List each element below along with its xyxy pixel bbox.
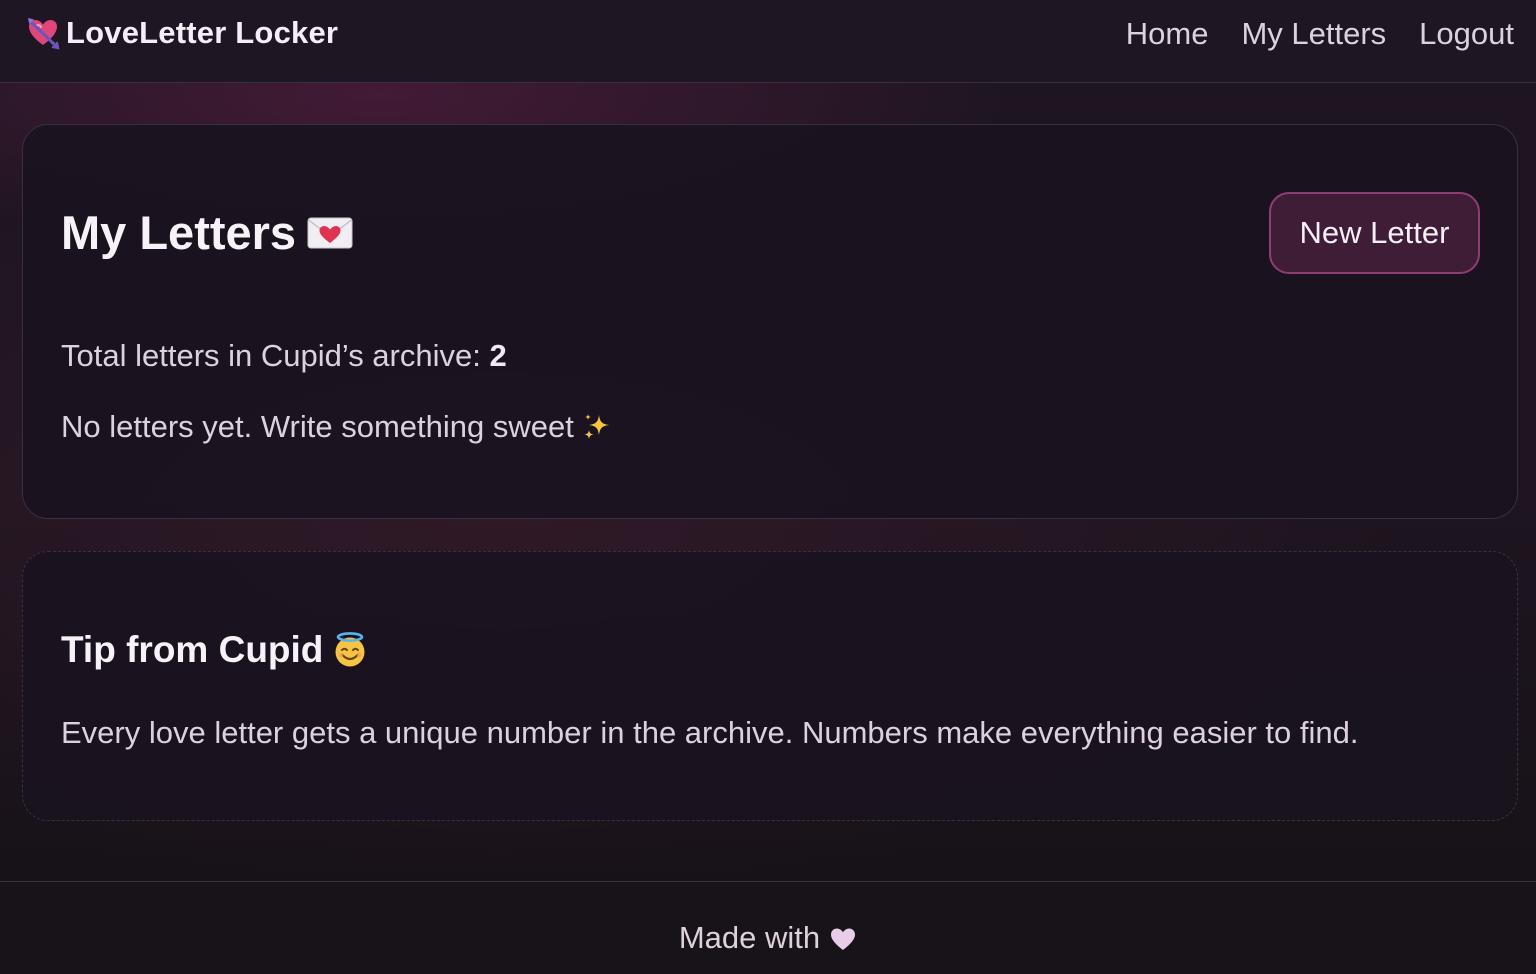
love-letter-envelope-icon <box>307 217 353 248</box>
tip-title: Tip from Cupid <box>61 629 368 671</box>
new-letter-button[interactable]: New Letter <box>1269 192 1480 274</box>
total-letters-count: 2 <box>489 338 507 373</box>
nav-home-link[interactable]: Home <box>1126 16 1209 52</box>
cupid-tip-card: Tip from Cupid Every love letter gets a … <box>22 551 1518 821</box>
heart-with-arrow-icon <box>28 18 60 50</box>
tip-body: Every love letter gets a unique number i… <box>61 715 1359 750</box>
empty-state-text: No letters yet. Write something sweet <box>61 409 574 444</box>
brand[interactable]: LoveLetter Locker <box>26 14 338 52</box>
main-nav: Home My Letters Logout <box>1126 14 1514 54</box>
total-letters-label: Total letters in Cupid’s archive: <box>61 338 490 373</box>
footer-content: Made with <box>0 920 1536 956</box>
page-title: My Letters <box>61 205 354 260</box>
total-letters-text: Total letters in Cupid’s archive: 2 <box>61 338 507 374</box>
footer: Made with <box>0 881 1536 974</box>
page-title-text: My Letters <box>61 206 297 259</box>
heart-icon <box>831 928 856 950</box>
nav-logout-link[interactable]: Logout <box>1419 16 1514 52</box>
footer-text: Made with <box>678 920 821 955</box>
nav-my-letters-link[interactable]: My Letters <box>1241 16 1386 52</box>
my-letters-card: My Letters New Letter Total letters in C… <box>22 124 1518 519</box>
top-navbar: LoveLetter Locker Home My Letters Logout <box>0 0 1536 83</box>
tip-title-text: Tip from Cupid <box>61 629 324 670</box>
smiling-face-with-halo-icon <box>335 632 365 667</box>
brand-name: LoveLetter Locker <box>66 15 339 50</box>
empty-state-message: No letters yet. Write something sweet <box>61 409 612 445</box>
sparkles-icon <box>584 414 609 439</box>
